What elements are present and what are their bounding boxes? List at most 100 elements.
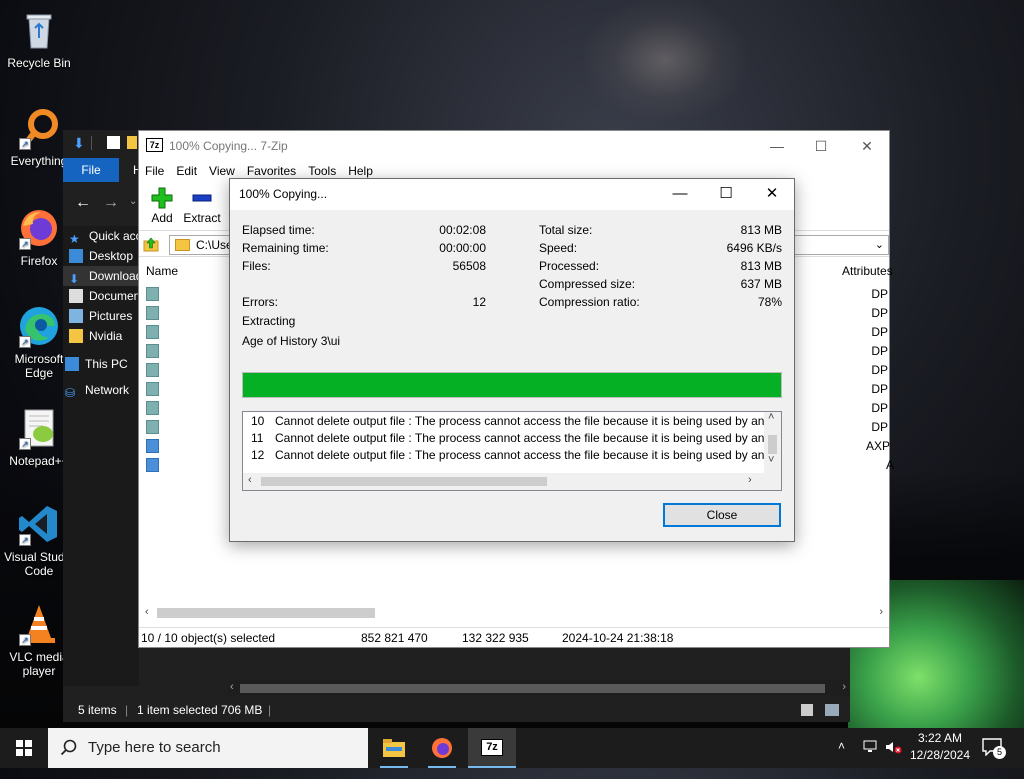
sidebar-item-documents[interactable]: Documents — [63, 286, 139, 306]
checklist-icon[interactable] — [107, 136, 120, 149]
operation-label: Extracting — [242, 314, 296, 328]
progress-fill — [243, 373, 781, 397]
notification-center-button[interactable]: 5 — [982, 738, 1006, 760]
zip-status-bar: 10 / 10 object(s) selected 852 821 470 1… — [139, 627, 889, 647]
current-path: Age of History 3\ui — [242, 334, 341, 348]
modified-date: 2024-10-24 21:38:18 — [562, 631, 674, 645]
folder-icon — [146, 401, 159, 415]
menu-file[interactable]: File — [139, 161, 170, 181]
files-count: Files: 56508 — [242, 259, 486, 273]
folder-icon[interactable] — [127, 136, 137, 149]
scroll-right-icon[interactable]: › — [879, 606, 883, 618]
network-icon: ⛁ — [65, 386, 76, 400]
selection-count: 10 / 10 object(s) selected — [141, 631, 276, 645]
zip-title-bar: 7z 100% Copying... 7-Zip — ☐ ✕ — [139, 131, 889, 161]
minimize-button[interactable]: — — [657, 179, 703, 209]
tiles-view-icon[interactable] — [825, 704, 839, 716]
file-tab[interactable]: File — [63, 158, 119, 182]
dialog-title: 100% Copying... — [239, 187, 328, 201]
taskbar-file-explorer[interactable] — [370, 728, 418, 768]
close-window-button[interactable]: ✕ — [749, 179, 795, 209]
start-button[interactable] — [0, 728, 48, 768]
folder-icon — [146, 363, 159, 377]
taskbar-firefox[interactable] — [418, 728, 466, 768]
elapsed-time: Elapsed time: 00:02:08 — [242, 223, 486, 237]
taskbar-7zip[interactable]: 7z — [468, 728, 516, 768]
sidebar-item-pictures[interactable]: Pictures — [63, 306, 139, 326]
maximize-button[interactable]: ☐ — [703, 179, 749, 209]
star-icon: ★ — [69, 232, 80, 246]
shortcut-arrow-icon: ↗ — [19, 336, 31, 348]
shortcut-arrow-icon: ↗ — [19, 138, 31, 150]
folder-icon — [146, 382, 159, 396]
sidebar-item-downloads[interactable]: ⬇Downloads — [63, 266, 139, 286]
shortcut-arrow-icon: ↗ — [19, 238, 31, 250]
clock-date: 12/28/2024 — [909, 748, 971, 762]
chevron-up-icon[interactable]: ˄ — [838, 739, 845, 779]
close-window-button[interactable]: ✕ — [845, 131, 889, 161]
scroll-left-icon[interactable]: ‹ — [248, 474, 252, 486]
desktop-icon-recycle-bin[interactable]: Recycle Bin — [2, 8, 76, 70]
scroll-right-icon[interactable]: › — [842, 681, 846, 693]
volume-muted-icon[interactable] — [884, 739, 902, 779]
taskbar-clock[interactable]: 3:22 AM 12/28/2024 — [908, 730, 972, 764]
scrollbar-thumb[interactable] — [768, 435, 777, 454]
notepadpp-icon: ↗ — [17, 406, 61, 450]
scroll-right-icon[interactable]: › — [748, 474, 752, 486]
pictures-icon — [69, 309, 83, 323]
minimize-button[interactable]: — — [755, 131, 799, 161]
download-icon: ⬇ — [69, 272, 80, 286]
processed: Processed: 813 MB — [539, 259, 782, 273]
close-button[interactable]: Close — [663, 503, 781, 527]
scrollbar-thumb[interactable] — [157, 608, 375, 618]
explorer-sidebar: ★Quick access Desktop ⬇Downloads Documen… — [63, 226, 139, 686]
item-count: 5 items — [78, 703, 117, 717]
scroll-left-icon[interactable]: ‹ — [230, 681, 234, 693]
clock-time: 3:22 AM — [917, 731, 963, 745]
vscode-icon: ↗ — [17, 502, 61, 546]
file-list-horizontal-scrollbar[interactable]: ‹ › — [139, 605, 889, 621]
folder-up-icon[interactable] — [143, 236, 159, 252]
log-horizontal-scrollbar[interactable]: ‹ › — [243, 473, 781, 490]
error-log-list[interactable]: 10 Cannot delete output file : The proces… — [242, 411, 782, 491]
scrollbar-thumb[interactable] — [240, 684, 825, 693]
chevron-down-icon[interactable]: ˅ — [768, 454, 774, 466]
menu-edit[interactable]: Edit — [170, 161, 203, 181]
7zip-logo-icon: 7z — [481, 739, 503, 756]
sidebar-item-this-pc[interactable]: This PC — [63, 354, 139, 374]
copy-progress-dialog[interactable]: 100% Copying... — ☐ ✕ Elapsed time: 00:02… — [229, 178, 795, 542]
recycle-bin-icon — [17, 8, 61, 52]
7zip-logo-icon: 7z — [146, 138, 163, 152]
selection-info: 1 item selected 706 MB — [137, 703, 263, 717]
network-icon[interactable] — [862, 739, 878, 753]
computer-icon — [65, 357, 79, 371]
log-vertical-scrollbar[interactable]: ˄ ˅ — [764, 412, 781, 473]
extract-button[interactable]: Extract — [179, 185, 225, 225]
plus-icon — [150, 187, 174, 209]
column-name[interactable]: Name — [146, 261, 178, 281]
sidebar-item-desktop[interactable]: Desktop — [63, 246, 139, 266]
folder-icon — [69, 329, 83, 343]
scrollbar-thumb[interactable] — [261, 477, 547, 486]
edge-icon: ↗ — [17, 304, 61, 348]
forward-arrow-icon[interactable]: → — [103, 194, 119, 212]
maximize-button[interactable]: ☐ — [799, 131, 843, 161]
download-arrow-icon[interactable]: ⬇ — [73, 135, 85, 152]
desktop-icon — [69, 249, 83, 263]
firefox-icon — [432, 738, 452, 758]
column-attributes[interactable]: Attributes — [842, 261, 893, 281]
explorer-horizontal-scrollbar[interactable]: ‹ › — [228, 680, 850, 696]
scroll-left-icon[interactable]: ‹ — [145, 606, 149, 618]
sidebar-item-nvidia[interactable]: Nvidia — [63, 326, 139, 346]
sidebar-item-quick-access[interactable]: ★Quick access — [63, 226, 139, 246]
remaining-time: Remaining time: 00:00:00 — [242, 241, 486, 255]
chevron-up-icon[interactable]: ˄ — [768, 412, 774, 423]
total-size: 852 821 470 — [361, 631, 428, 645]
back-arrow-icon[interactable]: ← — [75, 194, 91, 212]
firefox-icon: ↗ — [17, 206, 61, 250]
details-view-icon[interactable] — [801, 704, 813, 716]
taskbar-search-box[interactable]: Type here to search — [48, 728, 368, 768]
chevron-down-icon[interactable]: ⌄ — [875, 236, 884, 254]
sidebar-item-network[interactable]: ⛁ Network — [63, 380, 139, 400]
chevron-down-icon[interactable]: ⌄ — [129, 196, 137, 207]
